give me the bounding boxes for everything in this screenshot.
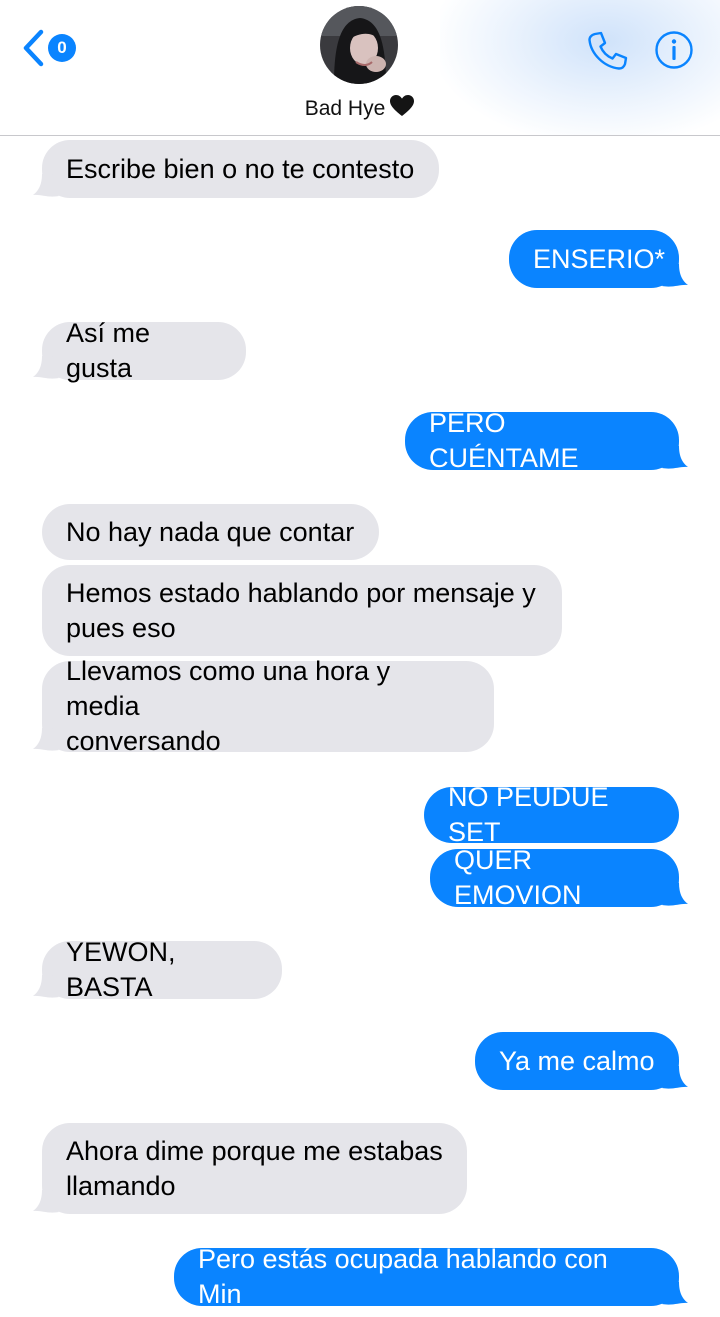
message-bubble: Llevamos como una hora y media conversan… xyxy=(33,656,494,756)
message-text: Llevamos como una hora y media conversan… xyxy=(66,656,391,756)
message-text: Escribe bien o no te contesto xyxy=(66,153,415,184)
message-text: Ya me calmo xyxy=(499,1045,655,1076)
message-thread[interactable]: Escribe bien o no te contesto ENSERIO* A… xyxy=(0,136,720,1317)
contact-name-label: Bad Hye xyxy=(304,97,386,120)
message-bubble: Ya me calmo xyxy=(475,1032,688,1090)
message-bubble: ENSERIO* xyxy=(509,230,688,288)
contact-name[interactable]: Bad Hye xyxy=(250,94,470,121)
message-text: YEWON, BASTA xyxy=(66,937,176,1002)
message-bubble: YEWON, BASTA xyxy=(33,937,282,1002)
black-heart-icon xyxy=(390,95,415,116)
message-text: ENSERIO* xyxy=(533,243,666,274)
avatar[interactable] xyxy=(320,6,398,84)
message-bubble: No hay nada que contar xyxy=(42,504,379,560)
back-button[interactable]: 0 xyxy=(22,28,76,68)
message-bubble: Así me gusta xyxy=(33,318,246,383)
bubble-tail xyxy=(33,356,59,379)
message-text: Así me gusta xyxy=(66,318,151,383)
bubble-tail xyxy=(33,975,59,998)
message-bubble: PERO CUÉNTAME xyxy=(405,408,688,473)
message-bubble: Escribe bien o no te contesto xyxy=(33,140,439,198)
message-text: No hay nada que contar xyxy=(66,516,355,547)
bubble-tail xyxy=(662,883,688,906)
message-text: QUER EMOVION xyxy=(454,845,582,910)
message-text: PERO CUÉNTAME xyxy=(429,408,579,473)
message-bubble: NO PEUDUE SET xyxy=(424,782,679,847)
message-bubble: Ahora dime porque me estabas llamando xyxy=(33,1123,467,1214)
message-text: Hemos estado hablando por mensaje y pues… xyxy=(66,577,536,643)
unread-count-badge: 0 xyxy=(48,34,76,62)
bubble-tail xyxy=(662,446,688,469)
message-bubble: Hemos estado hablando por mensaje y pues… xyxy=(42,565,562,656)
bubble-tail xyxy=(662,264,688,287)
bubble-tail xyxy=(33,728,59,751)
conversation-header: 0 Bad Hye xyxy=(0,0,720,136)
bubble-tail xyxy=(662,1282,688,1305)
message-bubble: QUER EMOVION xyxy=(430,845,688,910)
bubble-tail xyxy=(33,174,59,197)
message-text: Ahora dime porque me estabas llamando xyxy=(66,1135,443,1201)
chevron-left-icon xyxy=(23,29,44,67)
message-bubble: Pero estás ocupada hablando con Min xyxy=(174,1244,688,1309)
signal-dots xyxy=(612,0,652,4)
message-text: NO PEUDUE SET xyxy=(448,782,609,847)
bubble-tail xyxy=(33,1190,59,1213)
bubble-tail xyxy=(662,1066,688,1089)
phone-icon[interactable] xyxy=(586,30,628,72)
message-text: Pero estás ocupada hablando con Min xyxy=(198,1244,608,1309)
info-icon[interactable] xyxy=(654,30,694,70)
